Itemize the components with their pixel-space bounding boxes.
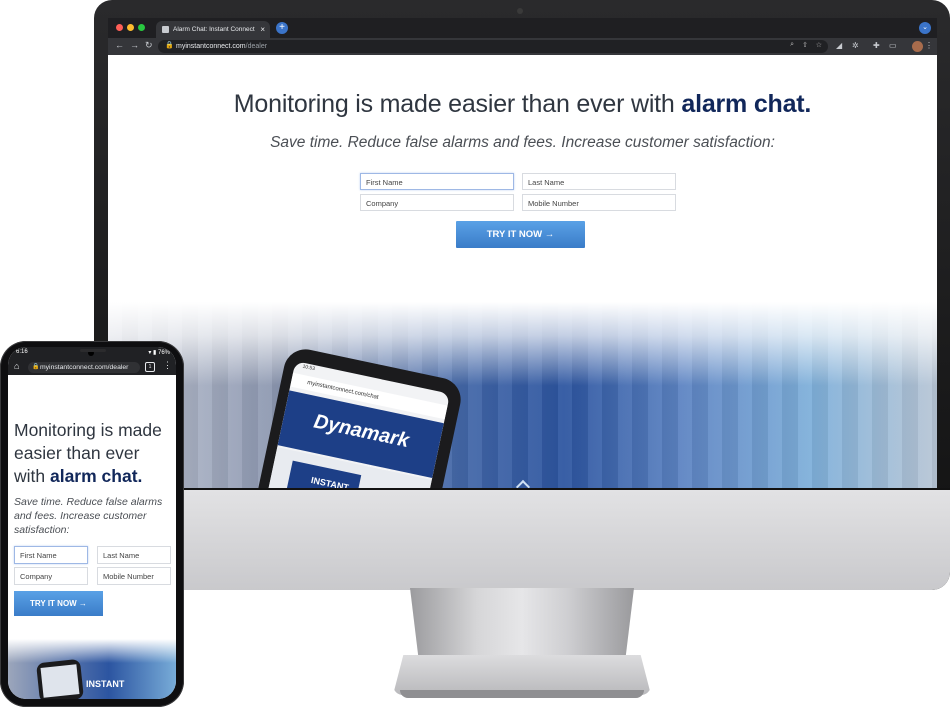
monitor-stand-neck xyxy=(410,588,634,662)
gear-extension-icon[interactable]: ✲ xyxy=(852,41,859,50)
lock-icon: 🔒 xyxy=(32,364,40,370)
mobile-time: 6:16 xyxy=(16,349,28,355)
browser-tab-bar: Alarm Chat: Instant Connect b × + ⌄ xyxy=(108,18,937,38)
tab-close-icon[interactable]: × xyxy=(260,21,265,38)
mobile-number-field[interactable]: Mobile Number xyxy=(522,194,676,211)
window-maximize-button[interactable] xyxy=(138,24,145,31)
scroll-up-chevron-icon xyxy=(515,479,531,488)
battery-indicator: ▾ ▮ 76% xyxy=(148,350,170,356)
window-close-button[interactable] xyxy=(116,24,123,31)
menu-kebab-icon[interactable]: ⋮ xyxy=(925,41,933,50)
page-subheadline: Save time. Reduce false alarms and fees.… xyxy=(270,134,775,151)
share-icon[interactable]: ⇧ xyxy=(802,41,808,49)
address-url: myinstantconnect.com/dealer xyxy=(176,43,268,50)
mobile-instant-badge: INSTANT xyxy=(86,679,125,689)
bookmark-star-icon[interactable]: ☆ xyxy=(816,41,822,49)
monitor-chin xyxy=(94,490,950,590)
lock-icon: 🔒 xyxy=(165,42,174,49)
hero-image: 10:53 myinstantconnect.com/chat Dynamark… xyxy=(108,302,937,488)
monitor-stand-base xyxy=(393,655,651,695)
mobile-headline: Monitoring is made easier than ever with… xyxy=(14,420,162,486)
mobile-first-name-field[interactable]: First Name xyxy=(14,546,88,564)
extension-icon[interactable]: ◢ xyxy=(836,41,842,50)
try-it-now-button[interactable]: TRY IT NOW → xyxy=(456,221,585,248)
company-field[interactable]: Company xyxy=(360,194,514,211)
mobile-number-field[interactable]: Mobile Number xyxy=(97,567,171,585)
desktop-screen: Alarm Chat: Instant Connect b × + ⌄ ← → … xyxy=(108,18,937,488)
mobile-hero-image: INSTANT xyxy=(8,639,176,699)
last-name-field[interactable]: Last Name xyxy=(522,173,676,190)
first-name-field[interactable]: First Name xyxy=(360,173,514,190)
reload-icon[interactable]: ↻ xyxy=(145,40,153,51)
mobile-url-field[interactable]: 🔒 myinstantconnect.com/dealer xyxy=(28,362,140,373)
mobile-subheadline: Save time. Reduce false alarms and fees.… xyxy=(14,496,163,536)
side-panel-icon[interactable]: ▭ xyxy=(889,41,897,50)
home-icon[interactable]: ⌂ xyxy=(14,361,19,371)
mobile-hero-phone xyxy=(36,658,84,699)
page-headline: Monitoring is made easier than ever with… xyxy=(233,90,812,118)
hero-phone: 10:53 myinstantconnect.com/chat Dynamark… xyxy=(251,345,465,488)
mobile-address-bar: ⌂ 🔒 myinstantconnect.com/dealer 1 ⋮ xyxy=(8,359,176,375)
mobile-company-field[interactable]: Company xyxy=(14,567,88,585)
tab-title: Alarm Chat: Instant Connect b xyxy=(173,26,255,33)
address-bar[interactable]: 🔒 myinstantconnect.com/dealer ⌕ ⇧ ☆ xyxy=(158,40,828,53)
favicon-icon xyxy=(162,26,169,33)
profile-avatar[interactable] xyxy=(912,41,923,52)
mobile-screen: 6:16 ▾ ▮ 76% ⌂ 🔒 myinstantconnect.com/de… xyxy=(8,347,176,699)
puzzle-icon[interactable]: ✚ xyxy=(873,41,880,50)
instant-badge: INSTANT xyxy=(286,460,362,488)
back-arrow-icon[interactable]: ← xyxy=(115,40,124,50)
window-minimize-button[interactable] xyxy=(127,24,134,31)
mobile-url-text: myinstantconnect.com/dealer xyxy=(40,364,129,371)
monitor-base-edge xyxy=(400,690,644,698)
hero-phone-time: 10:53 xyxy=(301,363,316,373)
webcam xyxy=(517,8,523,14)
tab-switcher-icon[interactable]: 1 xyxy=(145,362,155,372)
forward-arrow-icon[interactable]: → xyxy=(130,40,139,50)
zoom-icon[interactable]: ⌕ xyxy=(790,41,794,49)
browser-tab[interactable]: Alarm Chat: Instant Connect b × xyxy=(156,21,270,38)
mobile-last-name-field[interactable]: Last Name xyxy=(97,546,171,564)
menu-kebab-icon[interactable]: ⋮ xyxy=(163,360,172,371)
mobile-phone: 6:16 ▾ ▮ 76% ⌂ 🔒 myinstantconnect.com/de… xyxy=(0,341,184,707)
browser-toolbar: ← → ↻ 🔒 myinstantconnect.com/dealer ⌕ ⇧ … xyxy=(108,38,937,55)
earpiece-speaker xyxy=(80,349,106,352)
new-tab-button[interactable]: + xyxy=(276,22,288,34)
tab-search-chevron-icon[interactable]: ⌄ xyxy=(919,22,931,34)
hero-phone-screen: 10:53 myinstantconnect.com/chat Dynamark… xyxy=(260,361,451,488)
mobile-try-it-now-button[interactable]: TRY IT NOW → xyxy=(14,591,103,616)
